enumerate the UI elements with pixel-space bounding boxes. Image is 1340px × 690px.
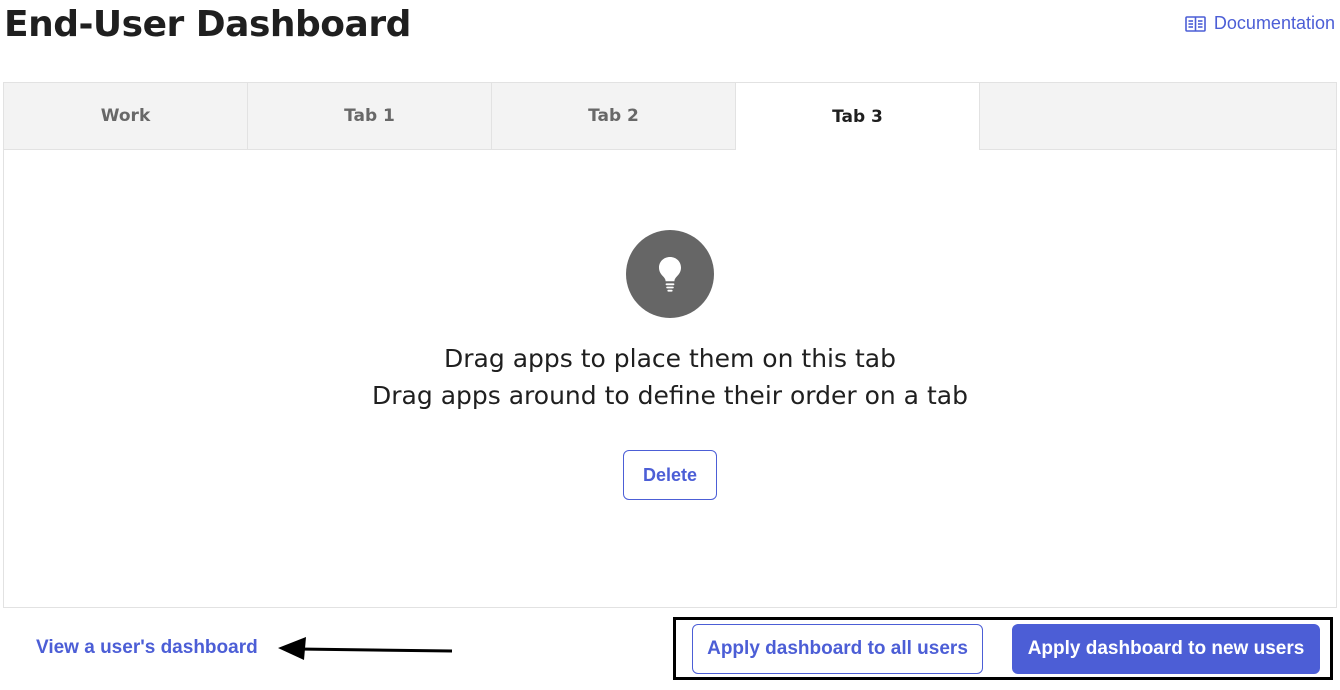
apply-to-new-users-button[interactable]: Apply dashboard to new users (1012, 624, 1320, 674)
arrow-left-icon (278, 636, 454, 662)
page-title: End-User Dashboard (4, 4, 411, 45)
documentation-link[interactable]: Documentation (1185, 13, 1335, 34)
end-user-dashboard-page: End-User Dashboard Documentation Work Ta… (0, 0, 1340, 690)
tab-work[interactable]: Work (4, 83, 248, 149)
delete-tab-button[interactable]: Delete (623, 450, 717, 500)
tab-1[interactable]: Tab 1 (248, 83, 492, 149)
lightbulb-icon (626, 230, 714, 318)
book-icon (1185, 15, 1206, 33)
tab-bar: Work Tab 1 Tab 2 Tab 3 (4, 83, 1336, 150)
tab-2[interactable]: Tab 2 (492, 83, 736, 149)
empty-state-line-2: Drag apps around to define their order o… (372, 381, 968, 410)
documentation-label: Documentation (1213, 13, 1335, 33)
view-user-dashboard-link[interactable]: View a user's dashboard (36, 637, 258, 659)
empty-state-line-1: Drag apps to place them on this tab (444, 344, 896, 373)
apply-to-all-users-button[interactable]: Apply dashboard to all users (692, 624, 983, 674)
empty-tab-state: Drag apps to place them on this tab Drag… (4, 150, 1336, 608)
tab-3[interactable]: Tab 3 (736, 83, 980, 150)
dashboard-panel: Work Tab 1 Tab 2 Tab 3 Drag apps to plac… (3, 82, 1337, 608)
